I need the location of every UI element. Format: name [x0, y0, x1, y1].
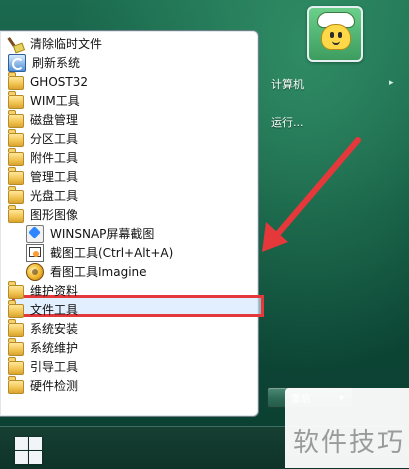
- menu-item-label: 光盘工具: [30, 189, 79, 203]
- menu-item-label: 系统维护: [30, 341, 79, 355]
- folder-icon: [8, 207, 24, 223]
- avatar-face: [321, 24, 351, 50]
- menu-item-label: 维护资料: [30, 284, 79, 298]
- menu-item-label: 文件工具: [30, 303, 79, 317]
- menu-item-label: WINSNAP屏幕截图: [50, 227, 155, 241]
- menu-item-label: 磁盘管理: [30, 113, 79, 127]
- menu-item-label: 图形图像: [30, 208, 79, 222]
- menu-item-label: 硬件检测: [30, 379, 79, 393]
- menu-item-label: 附件工具: [30, 151, 79, 165]
- menu-item-system-install[interactable]: 系统安装: [6, 319, 254, 338]
- refresh-icon: [8, 53, 26, 72]
- start-button[interactable]: [5, 428, 43, 464]
- menu-item-label: 引导工具: [30, 360, 79, 374]
- menu-item-label: GHOST32: [30, 74, 88, 89]
- folder-icon: [8, 131, 24, 147]
- menu-item-label: 刷新系统: [32, 56, 81, 70]
- folder-icon: [8, 359, 24, 375]
- watermark: 软件技巧: [285, 388, 409, 468]
- winsnap-icon: [26, 224, 44, 243]
- folder-icon: [8, 283, 24, 299]
- folder-icon: [8, 321, 24, 337]
- menu-item-label: WIM工具: [30, 94, 80, 108]
- menu-item-management-tools[interactable]: 管理工具: [6, 167, 254, 186]
- windows-logo-square: [29, 451, 42, 464]
- folder-icon: [8, 169, 24, 185]
- menu-item-label: 管理工具: [30, 170, 79, 184]
- start-menu-programs-panel: 清除临时文件 刷新系统 GHOST32 WIM工具 磁盘管理 分区工具 附件工具: [0, 30, 264, 417]
- menu-item-hardware-detect[interactable]: 硬件检测: [6, 376, 254, 395]
- run-link[interactable]: 运行...: [271, 114, 304, 130]
- menu-item-label: 看图工具Imagine: [50, 265, 147, 279]
- windows-logo-square: [29, 437, 42, 450]
- menu-item-disc-tools[interactable]: 光盘工具: [6, 186, 254, 205]
- menu-item-partition-tools[interactable]: 分区工具: [6, 129, 254, 148]
- menu-item-wim-tools[interactable]: WIM工具: [6, 91, 254, 110]
- menu-item-winsnap[interactable]: WINSNAP屏幕截图: [6, 224, 254, 243]
- folder-icon: [8, 93, 24, 109]
- menu-item-boot-tools[interactable]: 引导工具: [6, 357, 254, 376]
- menu-item-accessory-tools[interactable]: 附件工具: [6, 148, 254, 167]
- menu-item-screenshot-tool[interactable]: 截图工具(Ctrl+Alt+A): [6, 243, 254, 262]
- menu-item-label: 清除临时文件: [30, 37, 103, 51]
- folder-icon: [8, 150, 24, 166]
- watermark-text: 软件技巧: [293, 428, 406, 458]
- menu-item-label: 分区工具: [30, 132, 79, 146]
- folder-icon: [8, 112, 24, 128]
- menu-item-file-tools[interactable]: 文件工具: [6, 300, 254, 319]
- menu-item-system-maintenance[interactable]: 系统维护: [6, 338, 254, 357]
- folder-icon: [8, 340, 24, 356]
- menu-item-clear-temp[interactable]: 清除临时文件: [6, 34, 254, 53]
- chevron-right-icon: ▸: [389, 78, 394, 88]
- screenshot-icon: [26, 243, 44, 262]
- windows-logo-icon: [15, 437, 28, 450]
- windows-logo-square: [15, 451, 28, 464]
- menu-item-refresh-system[interactable]: 刷新系统: [6, 53, 254, 72]
- menu-item-label: 截图工具(Ctrl+Alt+A): [50, 246, 174, 260]
- programs-list: 清除临时文件 刷新系统 GHOST32 WIM工具 磁盘管理 分区工具 附件工具: [6, 34, 264, 414]
- menu-item-label: 系统安装: [30, 322, 79, 336]
- folder-icon: [8, 302, 24, 318]
- menu-item-imagine-viewer[interactable]: 看图工具Imagine: [6, 262, 254, 281]
- menu-item-ghost32[interactable]: GHOST32: [6, 72, 254, 91]
- menu-item-maintenance-docs[interactable]: 维护资料: [6, 281, 254, 300]
- broom-icon: [8, 35, 24, 52]
- folder-icon: [8, 188, 24, 204]
- imagine-icon: [26, 262, 44, 281]
- menu-item-disk-management[interactable]: 磁盘管理: [6, 110, 254, 129]
- menu-item-graphics[interactable]: 图形图像: [6, 205, 254, 224]
- user-avatar[interactable]: [307, 6, 363, 62]
- computer-link[interactable]: 计算机: [271, 76, 304, 92]
- folder-icon: [8, 378, 24, 394]
- folder-icon: [8, 74, 24, 90]
